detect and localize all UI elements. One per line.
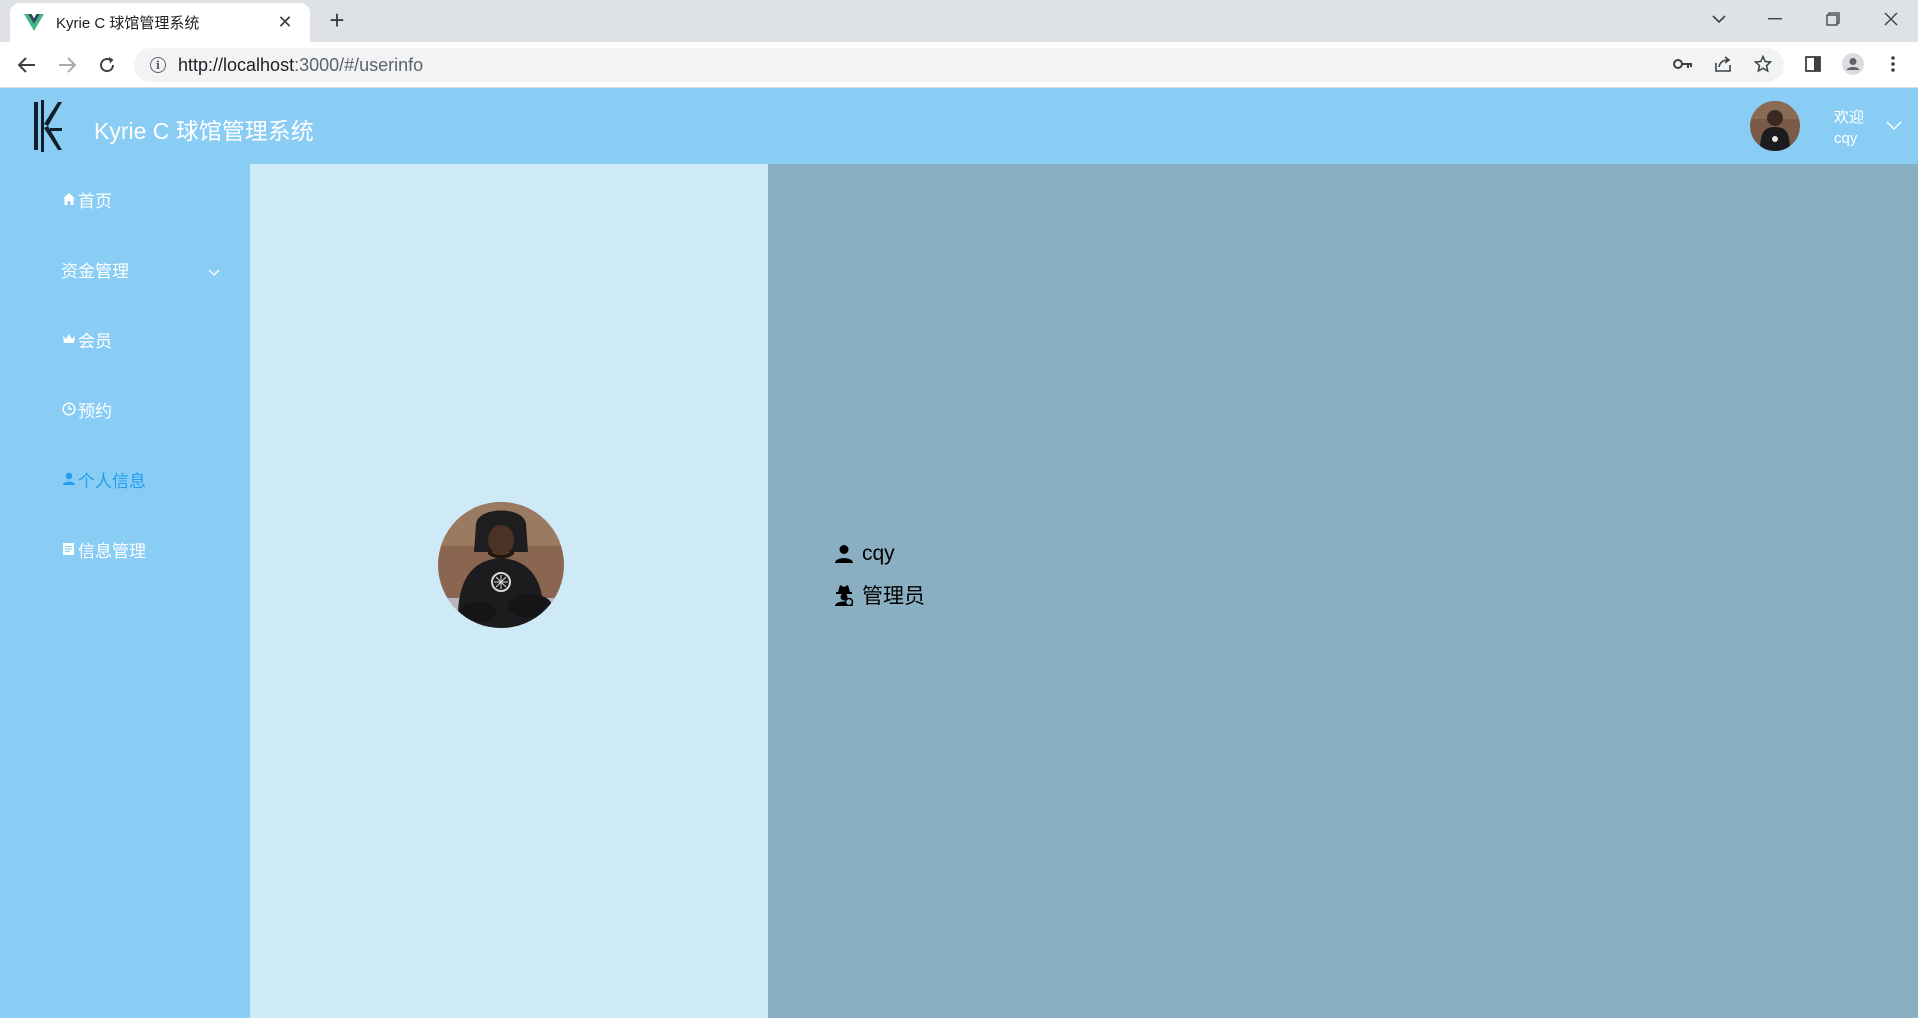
- sidebar-item-label: 资金管理: [61, 261, 129, 281]
- url-path: :3000/#/userinfo: [294, 54, 424, 75]
- chevron-down-icon[interactable]: [1886, 118, 1902, 132]
- tab-search-icon[interactable]: [1696, 4, 1742, 34]
- tab-close-icon[interactable]: ✕: [274, 12, 296, 33]
- app-header: Kyrie C 球馆管理系统 欢迎 cqy: [0, 88, 1918, 164]
- sidebar-item-label: 会员: [78, 331, 112, 351]
- sidebar-menu: 首页 资金管理 会员 预约 个人信息 信息管理: [0, 164, 250, 1018]
- home-icon: [61, 192, 76, 207]
- user-icon: [832, 542, 856, 566]
- close-window-button[interactable]: [1868, 4, 1914, 34]
- sidebar-item-label: 个人信息: [78, 471, 146, 491]
- browser-toolbar: i http://localhost:3000/#/userinfo: [0, 42, 1918, 88]
- sidebar-item-profile[interactable]: 个人信息: [0, 444, 250, 514]
- avatar-panel: [250, 164, 768, 1018]
- sidebar-item-label: 信息管理: [78, 541, 146, 561]
- user-info-panel: cqy 管理员: [768, 164, 1918, 1018]
- profile-avatar[interactable]: [438, 502, 564, 628]
- browser-tab[interactable]: Kyrie C 球馆管理系统 ✕: [10, 3, 310, 42]
- new-tab-button[interactable]: +: [322, 6, 352, 36]
- sidebar-item-booking[interactable]: 预约: [0, 374, 250, 444]
- document-icon: [61, 542, 76, 557]
- sidebar-item-label: 首页: [78, 191, 112, 211]
- site-info-icon[interactable]: i: [150, 57, 166, 73]
- restore-button[interactable]: [1810, 4, 1856, 34]
- info-username-row: cqy: [832, 542, 895, 566]
- browser-tabstrip: Kyrie C 球馆管理系统 ✕ +: [0, 0, 1918, 42]
- clock-icon: [61, 402, 76, 417]
- address-bar[interactable]: i http://localhost:3000/#/userinfo: [134, 48, 1784, 82]
- chevron-down-icon: [208, 262, 222, 276]
- header-username: cqy: [1834, 130, 1858, 147]
- side-panel-icon[interactable]: [1798, 49, 1828, 79]
- info-role-row: 管理员: [832, 580, 925, 610]
- url-host: http://localhost: [178, 54, 295, 75]
- sidebar-item-members[interactable]: 会员: [0, 304, 250, 374]
- share-icon[interactable]: [1708, 49, 1738, 79]
- minimize-button[interactable]: [1752, 4, 1798, 34]
- user-secret-icon: [832, 583, 856, 607]
- welcome-text[interactable]: 欢迎 cqy: [1834, 107, 1864, 149]
- info-username: cqy: [862, 542, 895, 565]
- vue-logo-icon: [24, 13, 44, 33]
- app-title: Kyrie C 球馆管理系统: [94, 118, 314, 144]
- welcome-label: 欢迎: [1834, 109, 1865, 126]
- tab-title: Kyrie C 球馆管理系统: [56, 15, 200, 32]
- sidebar-item-label: 预约: [78, 401, 112, 421]
- browser-menu-icon[interactable]: [1878, 49, 1908, 79]
- user-icon: [61, 472, 76, 487]
- reload-button[interactable]: [92, 50, 122, 80]
- crown-icon: [61, 332, 76, 347]
- sidebar-item-info-management[interactable]: 信息管理: [0, 514, 250, 584]
- header-avatar[interactable]: [1750, 101, 1800, 151]
- forward-button[interactable]: [52, 50, 82, 80]
- back-button[interactable]: [12, 50, 42, 80]
- bookmark-star-icon[interactable]: [1748, 49, 1778, 79]
- sidebar-item-finance[interactable]: 资金管理: [0, 234, 250, 304]
- password-key-icon[interactable]: [1668, 49, 1698, 79]
- kyrie-logo-icon: [28, 98, 68, 154]
- info-role: 管理员: [862, 585, 925, 608]
- sidebar-item-home[interactable]: 首页: [0, 164, 250, 234]
- profile-icon[interactable]: [1838, 49, 1868, 79]
